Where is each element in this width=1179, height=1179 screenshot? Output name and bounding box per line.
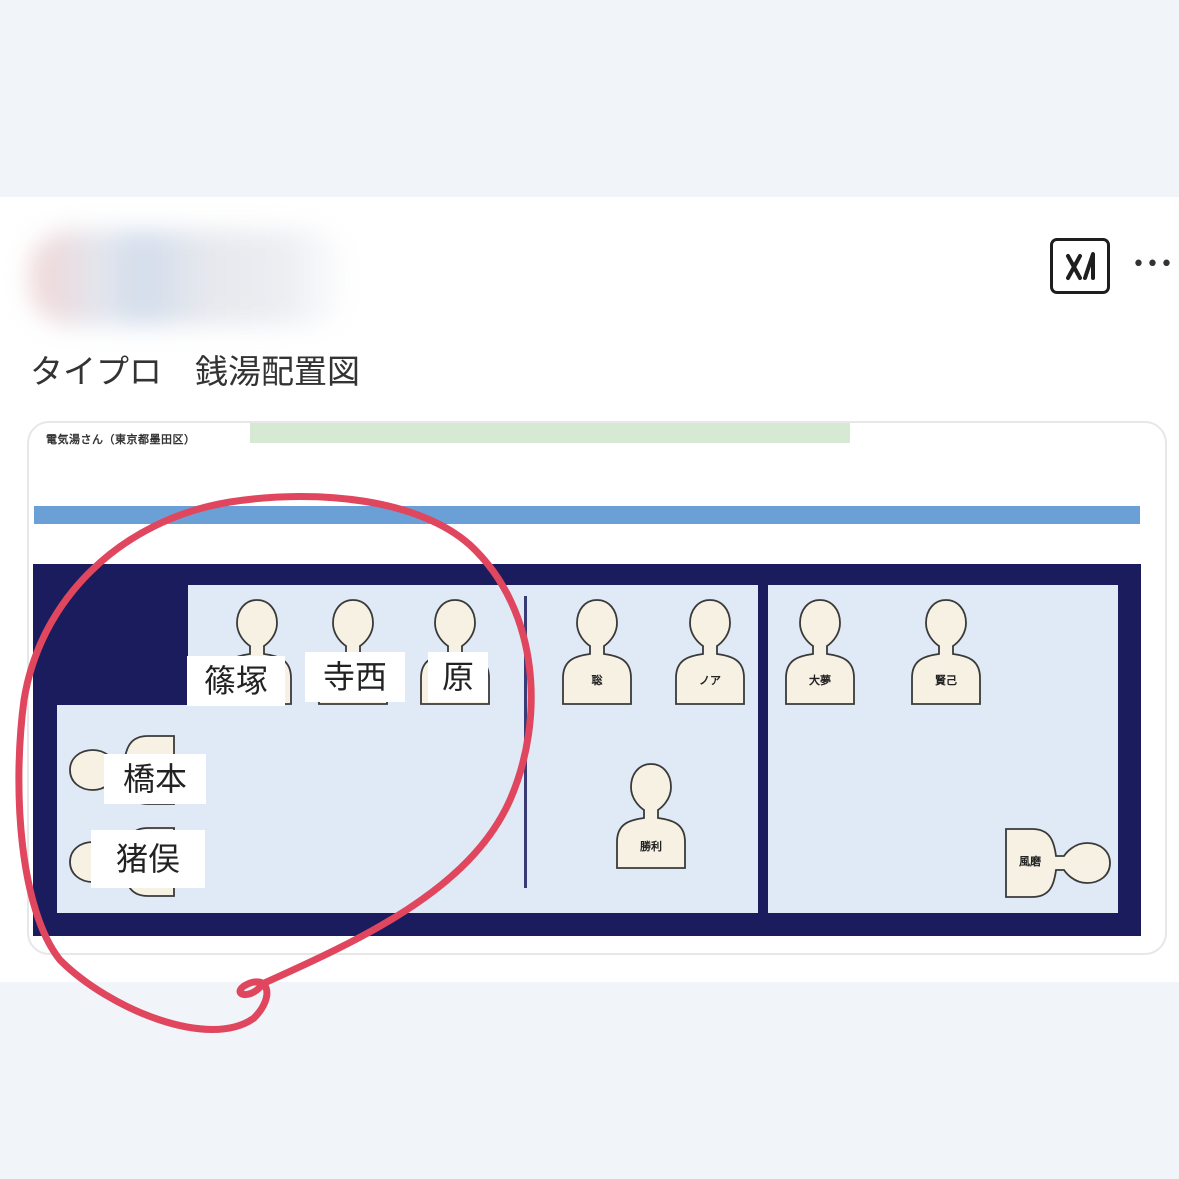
name-tag: 猪俣 xyxy=(91,830,205,888)
person-silhouette xyxy=(785,599,855,705)
person-silhouette xyxy=(675,599,745,705)
person-label: 勝利 xyxy=(640,840,662,853)
name-tag: 寺西 xyxy=(305,652,405,702)
image-caption: 電気湯さん（東京都墨田区） xyxy=(46,433,196,446)
name-tag: 原 xyxy=(428,652,488,702)
person-silhouette xyxy=(562,599,632,705)
person-silhouette xyxy=(911,599,981,705)
room-divider xyxy=(524,596,527,888)
blurred-author-avatar[interactable] xyxy=(30,230,350,325)
post-title: タイプロ 銭湯配置図 xyxy=(30,352,360,391)
name-tag: 橋本 xyxy=(104,754,206,804)
person-label: 風磨 xyxy=(1019,855,1041,868)
more-options-icon[interactable]: ••• xyxy=(1132,254,1173,276)
person-label: 大夢 xyxy=(809,674,831,687)
person-label: ノア xyxy=(699,674,721,687)
ai-generated-icon[interactable] xyxy=(1050,238,1110,294)
name-tag: 篠塚 xyxy=(187,656,285,706)
person-label: 賢己 xyxy=(935,674,957,687)
header-strip xyxy=(250,423,850,443)
person-label: 聡 xyxy=(591,674,603,687)
counter-bar xyxy=(34,506,1140,524)
